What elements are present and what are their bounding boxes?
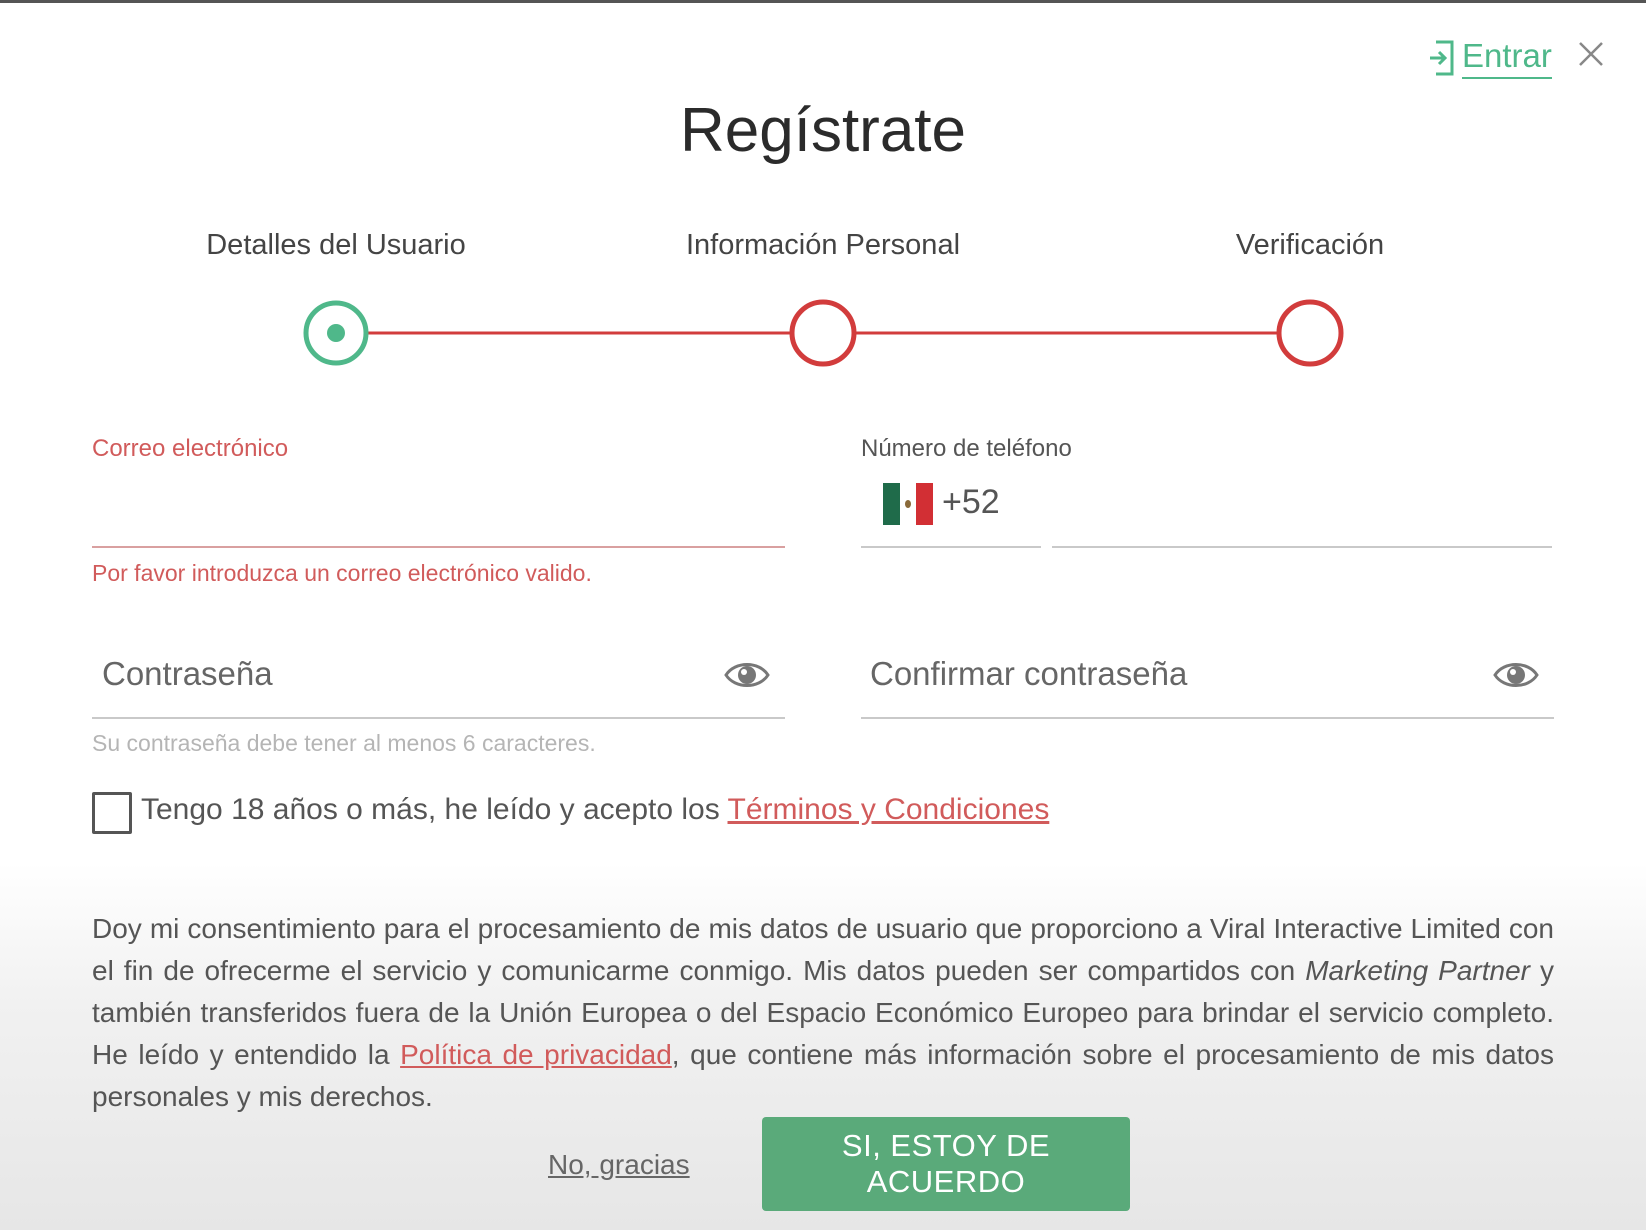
terms-statement: Tengo 18 años o más, he leído y acepto l…: [141, 793, 1049, 827]
decline-button[interactable]: No, gracias: [548, 1149, 690, 1181]
eye-icon: [724, 663, 770, 687]
login-link[interactable]: Entrar: [1428, 37, 1552, 79]
email-label: Correo electrónico: [92, 435, 289, 462]
email-input[interactable]: [92, 473, 785, 545]
accept-button[interactable]: SI, ESTOY DE ACUERDO: [762, 1117, 1130, 1211]
consent-partner: Marketing Partner: [1305, 955, 1530, 986]
phone-underline: [1052, 546, 1552, 548]
mexico-flag-icon: [883, 483, 934, 525]
terms-link[interactable]: Términos y Condiciones: [728, 793, 1050, 826]
page-title: Regístrate: [679, 96, 967, 165]
confirm-password-visibility-toggle[interactable]: [1492, 655, 1540, 695]
confirm-password-placeholder: Confirmar contraseña: [870, 655, 1188, 692]
step-label-verification: Verificación: [1235, 229, 1385, 261]
email-underline: [92, 546, 785, 548]
login-label: Entrar: [1462, 37, 1552, 79]
login-icon: [1430, 40, 1454, 76]
step-3-circle: [1276, 299, 1344, 367]
terms-checkbox[interactable]: [92, 792, 132, 834]
password-hint: Su contraseña debe tener al menos 6 cara…: [92, 730, 596, 756]
step-1-dot: [327, 324, 345, 342]
password-visibility-toggle[interactable]: [723, 655, 771, 695]
terms-text: Tengo 18 años o más, he leído y acepto l…: [141, 793, 728, 826]
phone-input[interactable]: [1052, 473, 1552, 545]
email-error-message: Por favor introduzca un correo electróni…: [92, 560, 592, 586]
password-underline: [92, 717, 785, 719]
close-button[interactable]: [1576, 39, 1606, 69]
progress-stepper: Detalles del Usuario Información Persona…: [0, 223, 1646, 383]
step-label-user-details: Detalles del Usuario: [206, 229, 466, 261]
step-label-personal-info: Información Personal: [685, 229, 961, 261]
phone-label: Número de teléfono: [861, 435, 1072, 462]
close-icon: [1579, 42, 1603, 66]
registration-modal: Entrar Regístrate Detalles del Usuario I…: [0, 0, 1646, 1230]
confirm-password-underline: [861, 717, 1554, 719]
dial-code: +52: [942, 483, 1000, 521]
eye-icon: [1493, 663, 1539, 687]
step-2-circle: [789, 299, 857, 367]
consent-paragraph: Doy mi consentimiento para el procesamie…: [92, 908, 1554, 1118]
country-code-underline: [861, 546, 1041, 548]
password-placeholder: Contraseña: [102, 655, 273, 692]
privacy-policy-link[interactable]: Política de privacidad: [400, 1039, 672, 1070]
